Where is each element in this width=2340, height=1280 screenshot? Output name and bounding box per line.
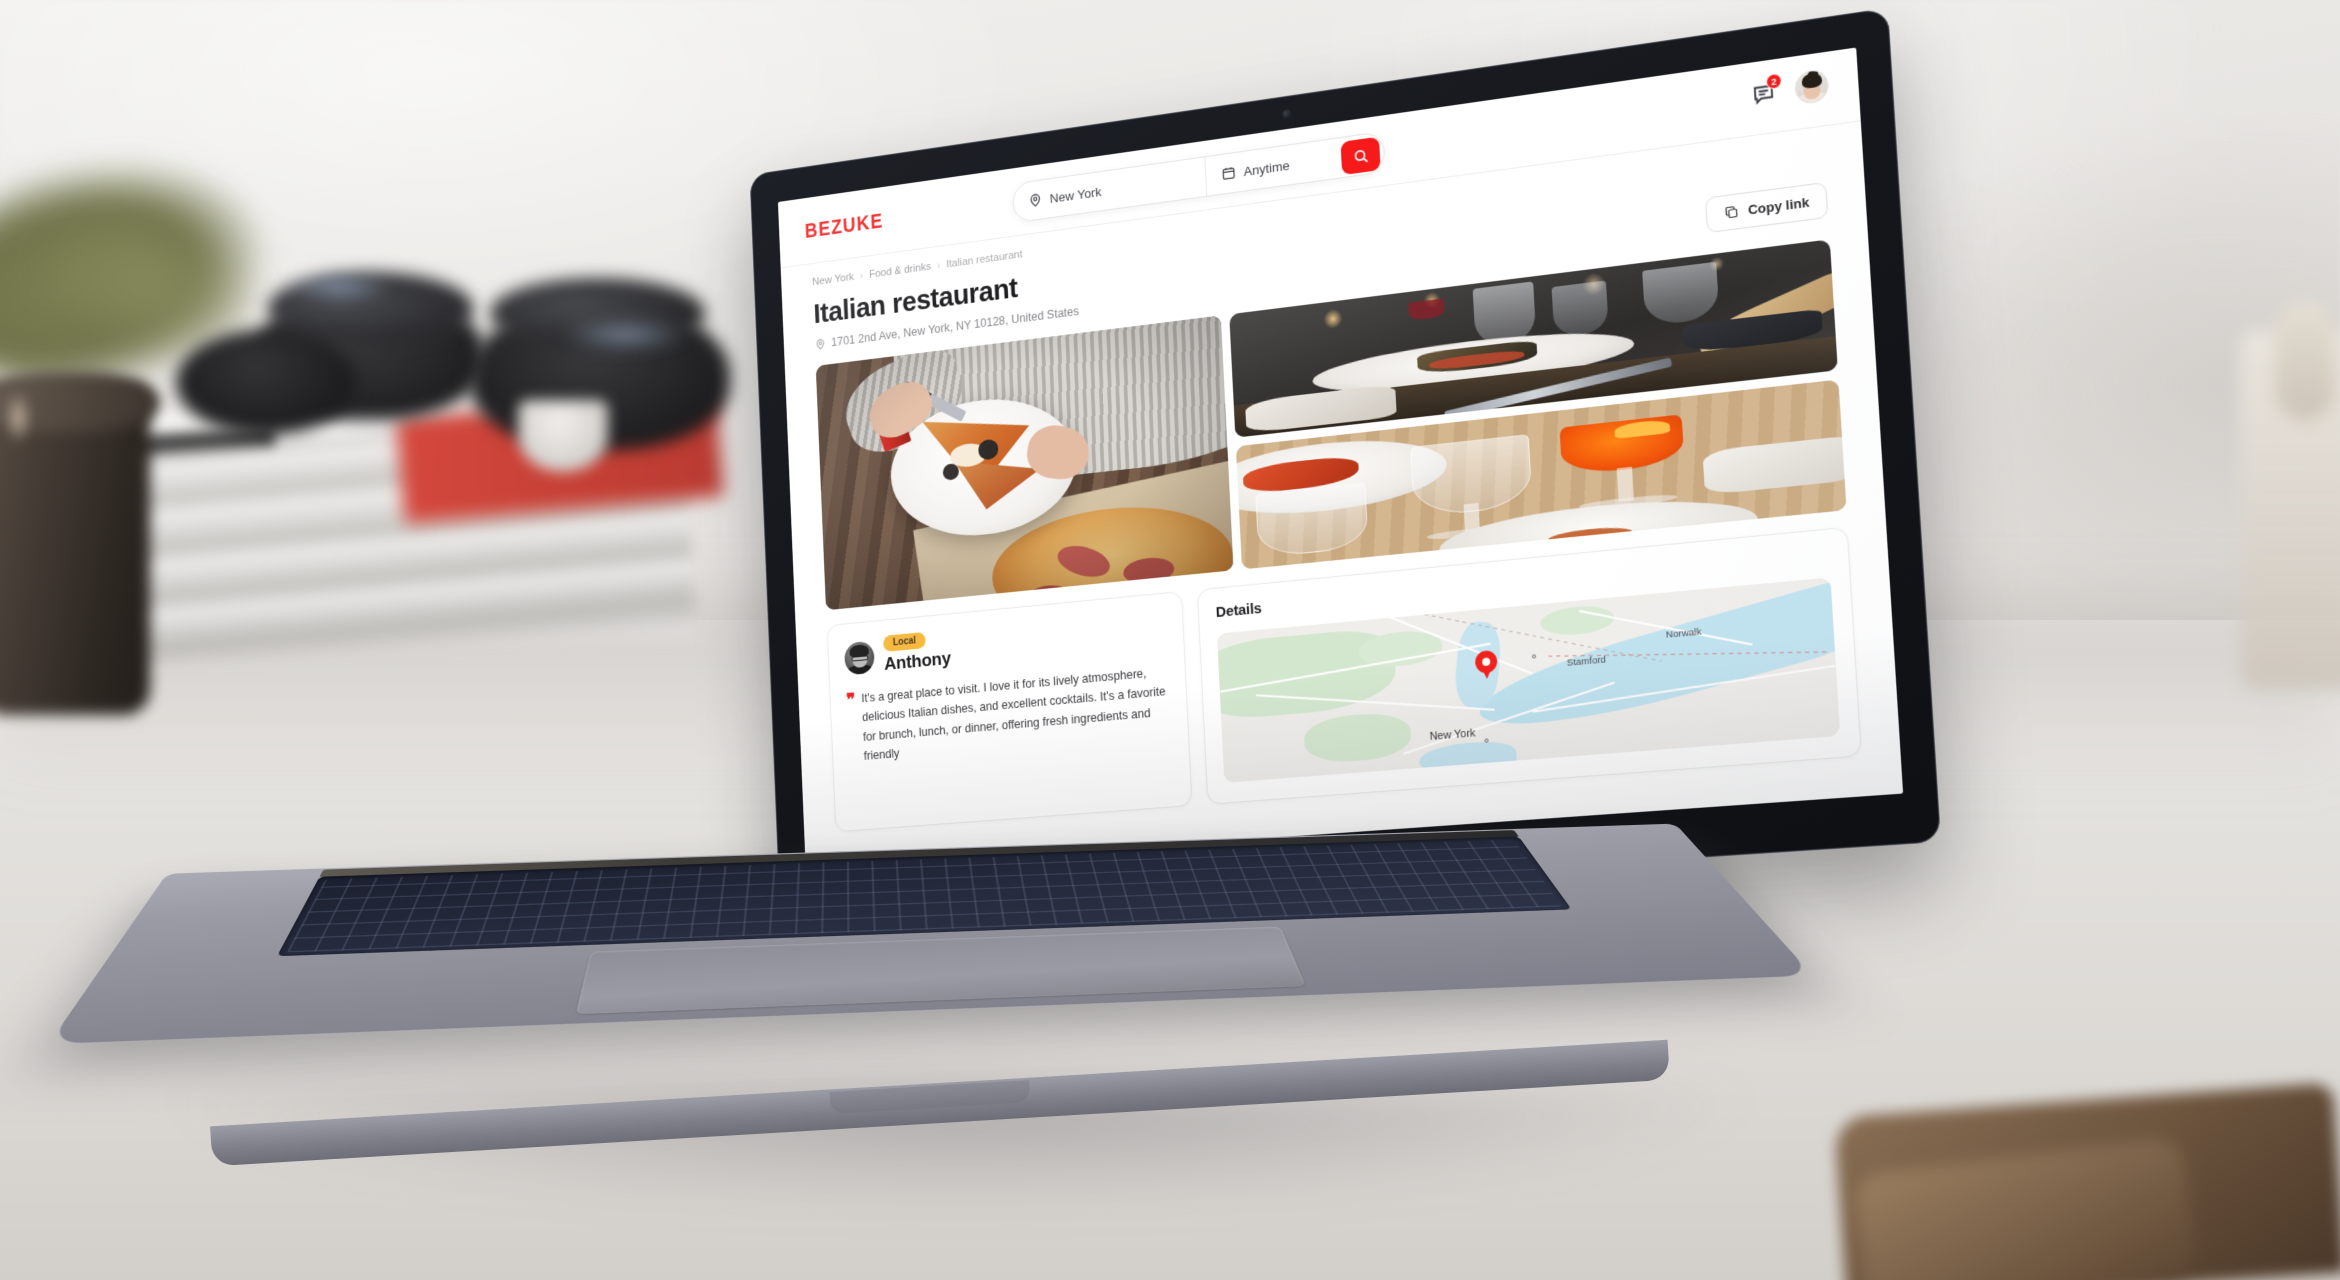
breadcrumb-item-2: Italian restaurant xyxy=(945,248,1023,271)
browser-page: BEZUKE New York Anytime 2 New York › Foo… xyxy=(777,47,1904,871)
laptop-screen: BEZUKE New York Anytime 2 New York › Foo… xyxy=(777,47,1904,871)
header-actions: 2 xyxy=(1750,68,1830,111)
search-button[interactable] xyxy=(1340,136,1381,176)
gallery-side-column xyxy=(1229,239,1847,570)
details-card: Details Stamford Norwalk New York xyxy=(1196,526,1862,805)
search-location-value: New York xyxy=(1049,183,1102,206)
breadcrumb-item-0[interactable]: New York xyxy=(812,271,854,288)
local-badge: Local xyxy=(882,631,926,652)
review-text: It's a great place to visit. I love it f… xyxy=(861,666,1166,763)
location-pin-icon xyxy=(1028,192,1043,209)
search-icon xyxy=(1352,146,1369,165)
copy-link-label: Copy link xyxy=(1747,194,1810,218)
search-location-field[interactable]: New York xyxy=(1013,157,1206,222)
user-avatar[interactable] xyxy=(1793,68,1830,106)
copy-link-button[interactable]: Copy link xyxy=(1705,181,1829,234)
location-pin-icon xyxy=(815,337,827,350)
laptop-base xyxy=(48,823,1813,1045)
review-card: Local Anthony ❞ It's a great place to vi… xyxy=(826,590,1193,833)
gallery-photo-main[interactable] xyxy=(815,315,1234,611)
quote-mark-icon: ❞ xyxy=(846,690,856,712)
laptop-lid: MacBook Pro BEZUKE New York xyxy=(749,7,1942,918)
search-date-value: Anytime xyxy=(1243,157,1291,179)
breadcrumb-separator-icon: › xyxy=(936,260,941,272)
breadcrumb-separator-icon: › xyxy=(859,270,864,282)
map-pin-icon xyxy=(1474,649,1499,682)
reviewer-meta: Local Anthony xyxy=(882,630,952,676)
reviewer-name: Anthony xyxy=(883,648,952,675)
laptop: MacBook Pro BEZUKE New York xyxy=(0,0,2340,1280)
messages-badge: 2 xyxy=(1765,72,1783,91)
webcam-icon xyxy=(1282,109,1292,119)
calendar-icon xyxy=(1221,165,1237,183)
breadcrumb-item-1[interactable]: Food & drinks xyxy=(869,261,931,281)
reviewer-avatar xyxy=(843,640,875,676)
review-quote: ❞ It's a great place to visit. I love it… xyxy=(846,662,1172,768)
brand-logo[interactable]: BEZUKE xyxy=(804,208,883,243)
copy-icon xyxy=(1724,203,1740,220)
messages-button[interactable]: 2 xyxy=(1750,72,1783,108)
